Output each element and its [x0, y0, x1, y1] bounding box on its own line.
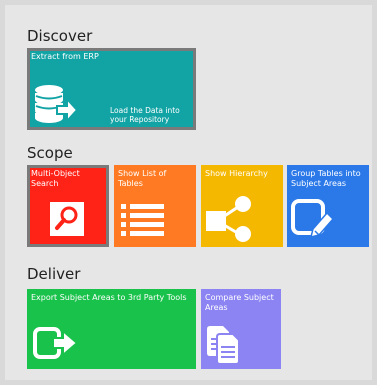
edit-icon	[291, 199, 335, 243]
tile-export-subject-areas[interactable]: Export Subject Areas to 3rd Party Tools	[27, 289, 196, 369]
list-icon	[120, 203, 166, 241]
tile-label: Multi-Object Search	[31, 169, 80, 188]
hierarchy-icon	[205, 195, 255, 247]
database-import-icon	[33, 84, 79, 128]
tile-multi-object-search[interactable]: Multi-Object Search	[27, 165, 109, 247]
section-title-deliver: Deliver	[27, 265, 81, 283]
compare-documents-icon	[205, 325, 245, 369]
search-icon	[49, 201, 85, 241]
tile-label: Show List of Tables	[118, 169, 167, 188]
tile-label: Group Tables into Subject Areas	[291, 169, 361, 188]
tile-show-list-of-tables[interactable]: Show List of Tables	[114, 165, 196, 247]
section-title-scope: Scope	[27, 144, 73, 162]
tile-compare-subject-areas[interactable]: Compare Subject Areas	[201, 289, 281, 369]
tile-label: Show Hierarchy	[205, 169, 268, 178]
tile-label: Compare Subject Areas	[205, 293, 274, 312]
tile-label: Extract from ERP	[31, 52, 99, 61]
tile-show-hierarchy[interactable]: Show Hierarchy	[201, 165, 283, 247]
section-title-discover: Discover	[27, 27, 93, 45]
export-icon	[33, 327, 79, 363]
tile-label: Export Subject Areas to 3rd Party Tools	[31, 293, 187, 302]
tile-extract-from-erp[interactable]: Extract from ERP Load the Data into your…	[27, 48, 196, 130]
tile-group-tables[interactable]: Group Tables into Subject Areas	[287, 165, 369, 247]
tile-sublabel: Load the Data into your Repository	[110, 106, 180, 124]
